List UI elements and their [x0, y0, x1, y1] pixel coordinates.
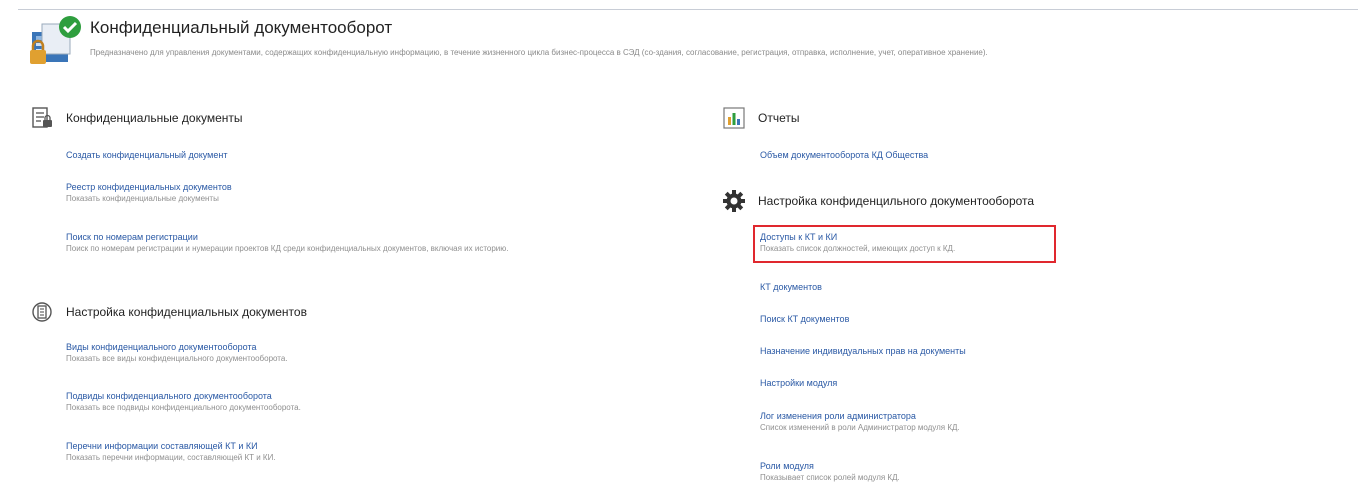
- item-description: Показать все подвиды конфиденциального д…: [66, 403, 301, 412]
- confidential-docs-logo-icon: [30, 16, 81, 64]
- top-divider: [18, 9, 1358, 10]
- section-title: Настройка конфиденциальных документов: [66, 305, 307, 319]
- document-settings-icon: [30, 300, 54, 324]
- search-by-registration-link[interactable]: Поиск по номерам регистрации: [66, 231, 686, 243]
- section-workflow-config: Настройка конфиденцильного документообор…: [722, 189, 1034, 213]
- list-item: Объем документооборота КД Общества: [760, 149, 928, 161]
- document-list-icon: [30, 106, 54, 130]
- list-item: Роли модуля Показывает список ролей моду…: [760, 460, 900, 483]
- section-title: Настройка конфиденцильного документообор…: [758, 194, 1035, 208]
- section-title: Конфиденциальные документы: [66, 111, 243, 125]
- item-description: Показать конфиденциальные документы: [66, 194, 219, 203]
- page-description: Предназначено для управления документами…: [90, 48, 988, 57]
- document-kt-link[interactable]: КТ документов: [760, 281, 822, 293]
- module-settings-link[interactable]: Настройки модуля: [760, 377, 837, 389]
- admin-role-log-link[interactable]: Лог изменения роли администратора: [760, 410, 960, 422]
- list-item: Поиск КТ документов: [760, 313, 849, 325]
- create-confidential-document-link[interactable]: Создать конфиденциальный документ: [66, 149, 227, 161]
- item-description: Показать перечни информации, составляюще…: [66, 453, 276, 462]
- item-description: Показать все виды конфиденциального доку…: [66, 354, 288, 363]
- section-title: Отчеты: [758, 111, 800, 125]
- list-item: Реестр конфиденциальных документов Показ…: [66, 181, 232, 204]
- document-volume-report-link[interactable]: Объем документооборота КД Общества: [760, 149, 928, 161]
- item-description: Список изменений в роли Администратор мо…: [760, 423, 960, 432]
- kt-ki-information-lists-link[interactable]: Перечни информации составляющей КТ и КИ: [66, 440, 276, 452]
- page-title: Конфиденциальный документооборот: [90, 18, 393, 37]
- module-roles-link[interactable]: Роли модуля: [760, 460, 900, 472]
- section-confidential-documents: Конфиденциальные документы: [30, 106, 243, 130]
- list-item: Перечни информации составляющей КТ и КИ …: [66, 440, 276, 463]
- gear-icon: [722, 189, 746, 213]
- search-document-kt-link[interactable]: Поиск КТ документов: [760, 313, 849, 325]
- highlight-frame: [753, 225, 1056, 263]
- list-item: КТ документов: [760, 281, 822, 293]
- item-description: Показывает список ролей модуля КД.: [760, 473, 900, 482]
- individual-rights-link[interactable]: Назначение индивидуальных прав на докуме…: [760, 345, 966, 357]
- section-reports: Отчеты: [722, 106, 799, 130]
- confidential-doc-types-link[interactable]: Виды конфиденциального документооборота: [66, 341, 288, 353]
- confidential-documents-registry-link[interactable]: Реестр конфиденциальных документов: [66, 181, 232, 193]
- list-item: Назначение индивидуальных прав на докуме…: [760, 345, 966, 357]
- item-description: Поиск по номерам регистрации и нумерации…: [66, 244, 509, 253]
- section-confidential-settings: Настройка конфиденциальных документов: [30, 300, 307, 324]
- confidential-doc-subtypes-link[interactable]: Подвиды конфиденциального документооборо…: [66, 390, 301, 402]
- list-item: Настройки модуля: [760, 377, 837, 389]
- module-header: Конфиденциальный документооборот Предназ…: [26, 14, 1356, 94]
- list-item: Создать конфиденциальный документ: [66, 149, 227, 161]
- list-item: Поиск по номерам регистрации Поиск по но…: [66, 231, 686, 254]
- list-item: Виды конфиденциального документооборота …: [66, 341, 288, 364]
- list-item: Подвиды конфиденциального документооборо…: [66, 390, 301, 413]
- bar-chart-icon: [722, 106, 746, 130]
- list-item: Лог изменения роли администратора Список…: [760, 410, 960, 433]
